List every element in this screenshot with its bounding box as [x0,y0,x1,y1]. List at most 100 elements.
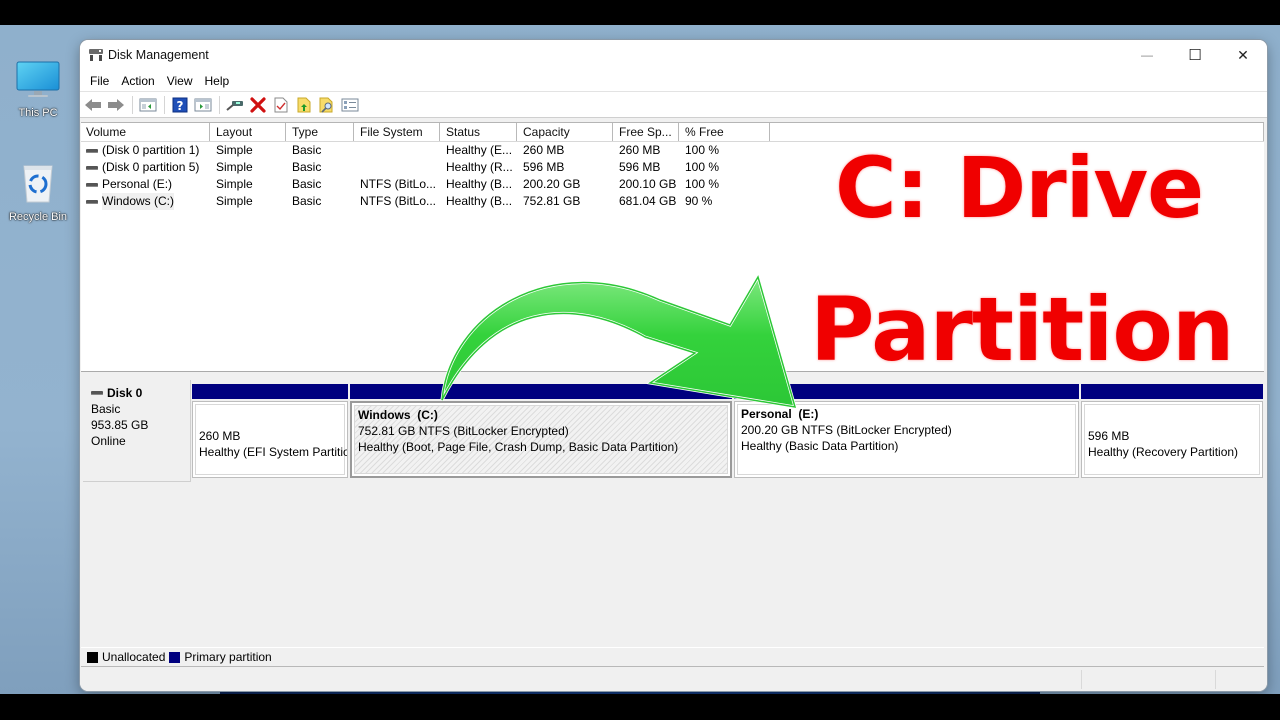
connect-virtual-disk-button[interactable] [224,95,246,115]
explore-button[interactable] [316,95,338,115]
type-cell: Basic [292,143,322,157]
volume-name: Personal (E:) [102,177,173,191]
volume-name: (Disk 0 partition 1) [102,143,200,157]
forward-icon [108,98,124,111]
legend-item-primary: Primary partition [169,650,272,664]
recycle-bin-icon [23,165,53,203]
status-cell: Healthy (R... [446,160,513,174]
layout-cell: Simple [216,177,253,191]
column-header-status[interactable]: Status [440,123,517,141]
console-tree-icon [139,98,157,111]
type-cell: Basic [292,194,322,208]
column-header-layout[interactable]: Layout [210,123,286,141]
status-cell: Healthy (B... [446,194,513,208]
percent-free-cell: 100 % [685,160,720,174]
legend-item-unallocated: Unallocated [87,650,165,664]
forward-button[interactable] [105,95,127,115]
drive-icon [86,165,98,170]
back-button[interactable] [82,95,104,115]
percent-free-cell: 90 % [685,194,713,208]
layout-cell: Simple [216,194,253,208]
toolbar: ? [80,92,1267,118]
maximize-button[interactable]: ☐ [1171,40,1219,70]
volume-name: (Disk 0 partition 5) [102,160,200,174]
toolbar-separator [132,95,133,114]
status-pane [1081,670,1215,689]
column-header-type[interactable]: Type [286,123,354,141]
desktop-icon-this-pc[interactable]: This PC [0,60,76,119]
minimize-icon: — [1141,48,1153,62]
disk-0-label[interactable]: Disk 0 Basic 953.85 GB Online [83,380,191,482]
overlay-title-line2: Partition [810,278,1234,381]
details-button[interactable] [339,95,361,115]
partition-status: Healthy (EFI System Partition) [199,445,348,459]
toolbar-separator [164,95,165,114]
partition-status: Healthy (Boot, Page File, Crash Dump, Ba… [358,440,679,454]
disk-management-app-icon [89,49,103,61]
partition-status: Healthy (Basic Data Partition) [741,439,899,453]
unallocated-swatch [87,651,98,663]
window-title: Disk Management [108,48,209,62]
column-header-capacity[interactable]: Capacity [517,123,613,141]
primary-partition-bar [192,384,348,399]
free-space-cell: 596 MB [619,160,661,174]
action-pane-icon [194,98,212,111]
percent-free-cell: 100 % [685,177,720,191]
disk-type: Basic [91,402,121,416]
capacity-cell: 752.81 GB [523,194,581,208]
letterbox-bottom [0,694,1280,720]
capacity-cell: 200.20 GB [523,177,581,191]
explore-folder-icon [319,97,333,113]
toolbar-separator [219,95,220,114]
column-header-free-space[interactable]: Free Sp... [613,123,679,141]
details-list-icon [341,98,359,111]
delete-icon [250,96,266,113]
disk-size: 953.85 GB [91,418,149,432]
percent-free-cell: 100 % [685,143,720,157]
show-hide-console-tree-button[interactable] [137,95,159,115]
partition-recovery[interactable]: 596 MB Healthy (Recovery Partition) [1081,384,1263,478]
desktop-icon-recycle-bin[interactable]: Recycle Bin [0,160,76,223]
green-curved-arrow [440,273,798,409]
partition-size: 260 MB [199,429,241,443]
overlay-title-line1: C: Drive [835,139,1204,237]
help-icon: ? [172,97,188,113]
column-header-percent-free[interactable]: % Free [679,123,770,141]
desktop-icon-label: Recycle Bin [8,211,68,223]
primary-partition-bar [1081,384,1263,399]
volume-name: Windows (C:) [102,193,175,210]
column-header-volume[interactable]: Volume [81,123,210,141]
layout-cell: Simple [216,160,253,174]
file-system-cell [354,159,440,176]
title-bar[interactable]: Disk Management — ☐ ✕ [80,40,1267,70]
status-cell: Healthy (B... [446,177,513,191]
monitor-icon [16,61,60,97]
minimize-button[interactable]: — [1123,40,1171,70]
status-bar [80,668,1267,691]
type-cell: Basic [292,177,322,191]
menu-file[interactable]: File [85,74,114,88]
file-system-cell [354,142,440,159]
show-hide-action-pane-button[interactable] [192,95,214,115]
properties-check-icon [274,97,288,112]
partition-efi[interactable]: 260 MB Healthy (EFI System Partition) [192,384,348,478]
desktop-icon-label: This PC [18,107,58,119]
disk-icon [91,391,103,395]
close-button[interactable]: ✕ [1219,40,1267,70]
menu-view[interactable]: View [162,74,198,88]
menu-help[interactable]: Help [200,74,235,88]
delete-button[interactable] [247,95,269,115]
menu-action[interactable]: Action [116,74,159,88]
up-folder-button[interactable] [293,95,315,115]
legend-label: Primary partition [184,650,272,664]
open-folder-up-icon [297,97,311,112]
letterbox-top [0,0,1280,25]
maximize-icon: ☐ [1188,47,1202,64]
capacity-cell: 596 MB [523,160,565,174]
capacity-cell: 260 MB [523,143,565,157]
properties-button[interactable] [270,95,292,115]
column-header-file-system[interactable]: File System [354,123,440,141]
help-button[interactable]: ? [169,95,191,115]
free-space-cell: 681.04 GB [619,194,677,208]
primary-partition-swatch [169,651,181,663]
